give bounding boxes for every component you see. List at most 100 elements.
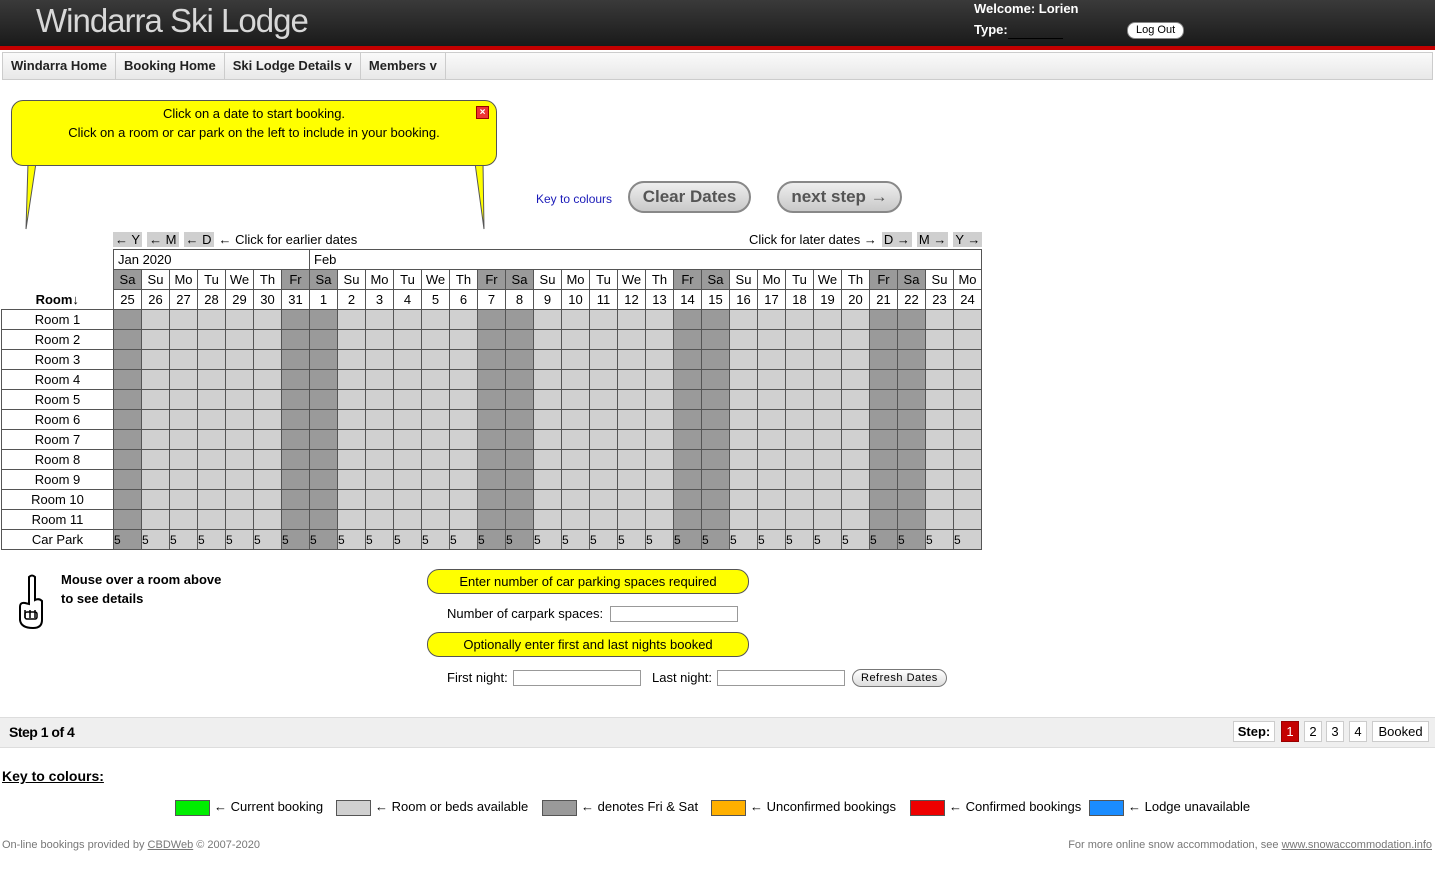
booking-cell[interactable] [645,409,674,430]
booking-cell[interactable] [785,409,814,430]
booking-cell[interactable] [141,309,170,330]
later-day-button[interactable]: D → [881,232,912,247]
date-header[interactable]: 30 [253,289,282,310]
date-header[interactable]: 28 [197,289,226,310]
booking-cell[interactable] [113,429,142,450]
room-label[interactable]: Room 2 [1,329,114,350]
booking-cell[interactable] [449,469,478,490]
carpark-cell[interactable]: 5 [505,529,534,550]
booking-cell[interactable] [197,429,226,450]
booking-cell[interactable] [337,509,366,530]
booking-cell[interactable] [141,409,170,430]
booking-cell[interactable] [701,449,730,470]
booking-cell[interactable] [701,369,730,390]
booking-cell[interactable] [869,409,898,430]
booking-cell[interactable] [253,369,282,390]
carpark-cell[interactable]: 5 [561,529,590,550]
room-label[interactable]: Room 11 [1,509,114,530]
date-header[interactable]: 23 [925,289,954,310]
booking-cell[interactable] [365,489,394,510]
booking-cell[interactable] [505,389,534,410]
booking-cell[interactable] [169,329,198,350]
booking-cell[interactable] [953,329,982,350]
booking-cell[interactable] [505,489,534,510]
booking-cell[interactable] [477,369,506,390]
date-header[interactable]: 4 [393,289,422,310]
booking-cell[interactable] [953,409,982,430]
booking-cell[interactable] [869,329,898,350]
booking-cell[interactable] [393,449,422,470]
booking-cell[interactable] [281,409,310,430]
booking-cell[interactable] [477,489,506,510]
booking-cell[interactable] [841,509,870,530]
booking-cell[interactable] [281,469,310,490]
booking-cell[interactable] [533,329,562,350]
step-1-button[interactable]: 1 [1281,721,1299,742]
step-booked-button[interactable]: Booked [1372,721,1429,742]
booking-cell[interactable] [113,409,142,430]
booking-cell[interactable] [785,309,814,330]
booking-cell[interactable] [141,389,170,410]
carpark-cell[interactable]: 5 [757,529,786,550]
booking-cell[interactable] [673,429,702,450]
booking-cell[interactable] [225,429,254,450]
booking-cell[interactable] [645,389,674,410]
booking-cell[interactable] [561,469,590,490]
booking-cell[interactable] [197,329,226,350]
booking-cell[interactable] [869,309,898,330]
carpark-cell[interactable]: 5 [841,529,870,550]
date-header[interactable]: 26 [141,289,170,310]
room-label[interactable]: Room 8 [1,449,114,470]
booking-cell[interactable] [393,309,422,330]
date-header[interactable]: 6 [449,289,478,310]
booking-cell[interactable] [393,329,422,350]
booking-cell[interactable] [533,509,562,530]
booking-cell[interactable] [421,409,450,430]
date-header[interactable]: 18 [785,289,814,310]
booking-cell[interactable] [337,309,366,330]
booking-cell[interactable] [141,489,170,510]
booking-cell[interactable] [197,349,226,370]
booking-cell[interactable] [281,509,310,530]
booking-cell[interactable] [869,469,898,490]
booking-cell[interactable] [813,349,842,370]
booking-cell[interactable] [925,409,954,430]
booking-cell[interactable] [253,449,282,470]
booking-cell[interactable] [421,449,450,470]
booking-cell[interactable] [533,389,562,410]
carpark-spaces-input[interactable] [610,606,738,622]
booking-cell[interactable] [533,469,562,490]
booking-cell[interactable] [197,509,226,530]
booking-cell[interactable] [477,309,506,330]
carpark-cell[interactable]: 5 [113,529,142,550]
booking-cell[interactable] [589,409,618,430]
booking-cell[interactable] [449,509,478,530]
booking-cell[interactable] [589,469,618,490]
booking-cell[interactable] [197,409,226,430]
carpark-cell[interactable]: 5 [449,529,478,550]
carpark-cell[interactable]: 5 [253,529,282,550]
booking-cell[interactable] [505,349,534,370]
date-header[interactable]: 10 [561,289,590,310]
booking-cell[interactable] [169,409,198,430]
booking-cell[interactable] [841,409,870,430]
booking-cell[interactable] [561,309,590,330]
booking-cell[interactable] [141,349,170,370]
booking-cell[interactable] [477,329,506,350]
booking-cell[interactable] [141,429,170,450]
booking-cell[interactable] [757,409,786,430]
booking-cell[interactable] [729,509,758,530]
booking-cell[interactable] [701,409,730,430]
booking-cell[interactable] [477,429,506,450]
carpark-cell[interactable]: 5 [701,529,730,550]
booking-cell[interactable] [869,449,898,470]
date-header[interactable]: 31 [281,289,310,310]
booking-cell[interactable] [645,469,674,490]
booking-cell[interactable] [645,509,674,530]
booking-cell[interactable] [869,429,898,450]
booking-cell[interactable] [477,409,506,430]
booking-cell[interactable] [421,329,450,350]
booking-cell[interactable] [225,349,254,370]
booking-cell[interactable] [477,349,506,370]
booking-cell[interactable] [281,349,310,370]
